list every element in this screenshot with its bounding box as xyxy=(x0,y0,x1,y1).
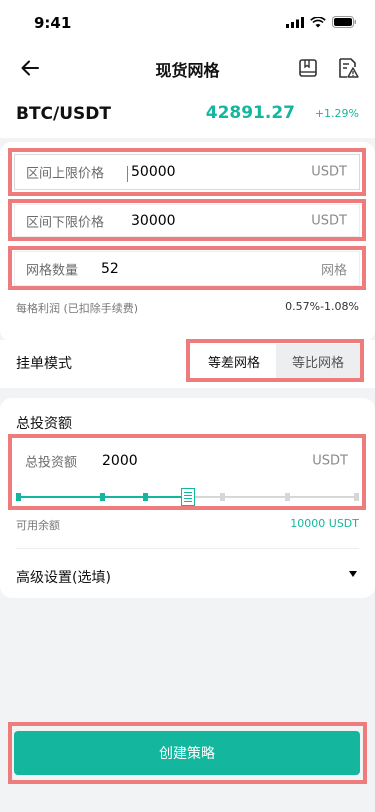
upper-price-field[interactable]: 区间上限价格 50000 USDT xyxy=(14,154,360,190)
lower-price-label: 区间下限价格 xyxy=(26,215,105,230)
lower-price-field[interactable]: 区间下限价格 30000 USDT xyxy=(14,204,360,237)
slider-mark-25[interactable] xyxy=(99,493,105,501)
risk-notice-button[interactable] xyxy=(333,53,363,83)
wifi-icon xyxy=(310,16,326,27)
mode-geometric-option[interactable]: 等比网格 xyxy=(276,344,360,378)
slider-mark-0[interactable] xyxy=(16,493,21,501)
investment-slider[interactable] xyxy=(16,488,359,506)
profit-per-grid-label: 每格利润 (已扣除手续费) xyxy=(16,302,139,315)
upper-price-label: 区间上限价格 xyxy=(26,166,105,182)
lower-price-unit: USDT xyxy=(311,213,347,228)
signal-icon xyxy=(286,16,304,28)
investment-field[interactable]: 总投资额 2000 USDT xyxy=(14,443,360,479)
order-mode-label: 挂单模式 xyxy=(16,356,72,372)
advanced-settings-label[interactable]: 高级设置(选填) xyxy=(16,567,111,587)
guide-button[interactable] xyxy=(293,53,323,83)
book-icon xyxy=(299,59,317,77)
mode-arithmetic-option[interactable]: 等差网格 xyxy=(192,344,276,378)
divider xyxy=(16,548,359,549)
status-bar: 9:41 xyxy=(0,0,375,44)
pair-price: 42891.27 xyxy=(205,103,295,123)
nav-bar: 现货网格 xyxy=(0,44,375,92)
caret-down-icon[interactable] xyxy=(349,571,357,577)
available-balance-value: 10000 USDT xyxy=(290,517,359,530)
lower-price-input[interactable]: 30000 xyxy=(131,213,176,229)
grid-count-input[interactable]: 52 xyxy=(101,261,119,277)
investment-unit: USDT xyxy=(312,453,348,469)
grid-count-field[interactable]: 网格数量 52 网格 xyxy=(14,251,360,286)
order-mode-segmented: 等差网格 等比网格 xyxy=(192,344,360,378)
upper-price-unit: USDT xyxy=(311,164,347,180)
status-time: 9:41 xyxy=(34,14,72,32)
pair-header: BTC/USDT 42891.27 +1.29% xyxy=(0,92,375,138)
document-warning-icon xyxy=(339,58,359,78)
pair-change: +1.29% xyxy=(314,107,359,120)
available-balance-label: 可用余额 xyxy=(16,519,60,532)
slider-mark-60[interactable] xyxy=(219,493,225,501)
investment-input[interactable]: 2000 xyxy=(102,453,138,469)
upper-price-input[interactable]: 50000 xyxy=(131,164,176,180)
slider-thumb[interactable] xyxy=(180,488,195,506)
pair-name[interactable]: BTC/USDT xyxy=(16,104,111,124)
slider-mark-37[interactable] xyxy=(142,493,148,501)
status-icons xyxy=(286,16,357,28)
grid-count-unit: 网格 xyxy=(320,263,347,278)
text-cursor xyxy=(127,166,128,182)
investment-label: 总投资额 xyxy=(25,455,78,471)
slider-mark-79[interactable] xyxy=(284,493,290,501)
create-strategy-button[interactable]: 创建策略 xyxy=(14,731,360,775)
grid-count-label: 网格数量 xyxy=(26,263,79,278)
investment-title: 总投资额 xyxy=(16,416,72,432)
slider-mark-100[interactable] xyxy=(354,493,359,501)
battery-icon xyxy=(332,16,356,28)
profit-per-grid-value: 0.57%-1.08% xyxy=(285,300,359,313)
